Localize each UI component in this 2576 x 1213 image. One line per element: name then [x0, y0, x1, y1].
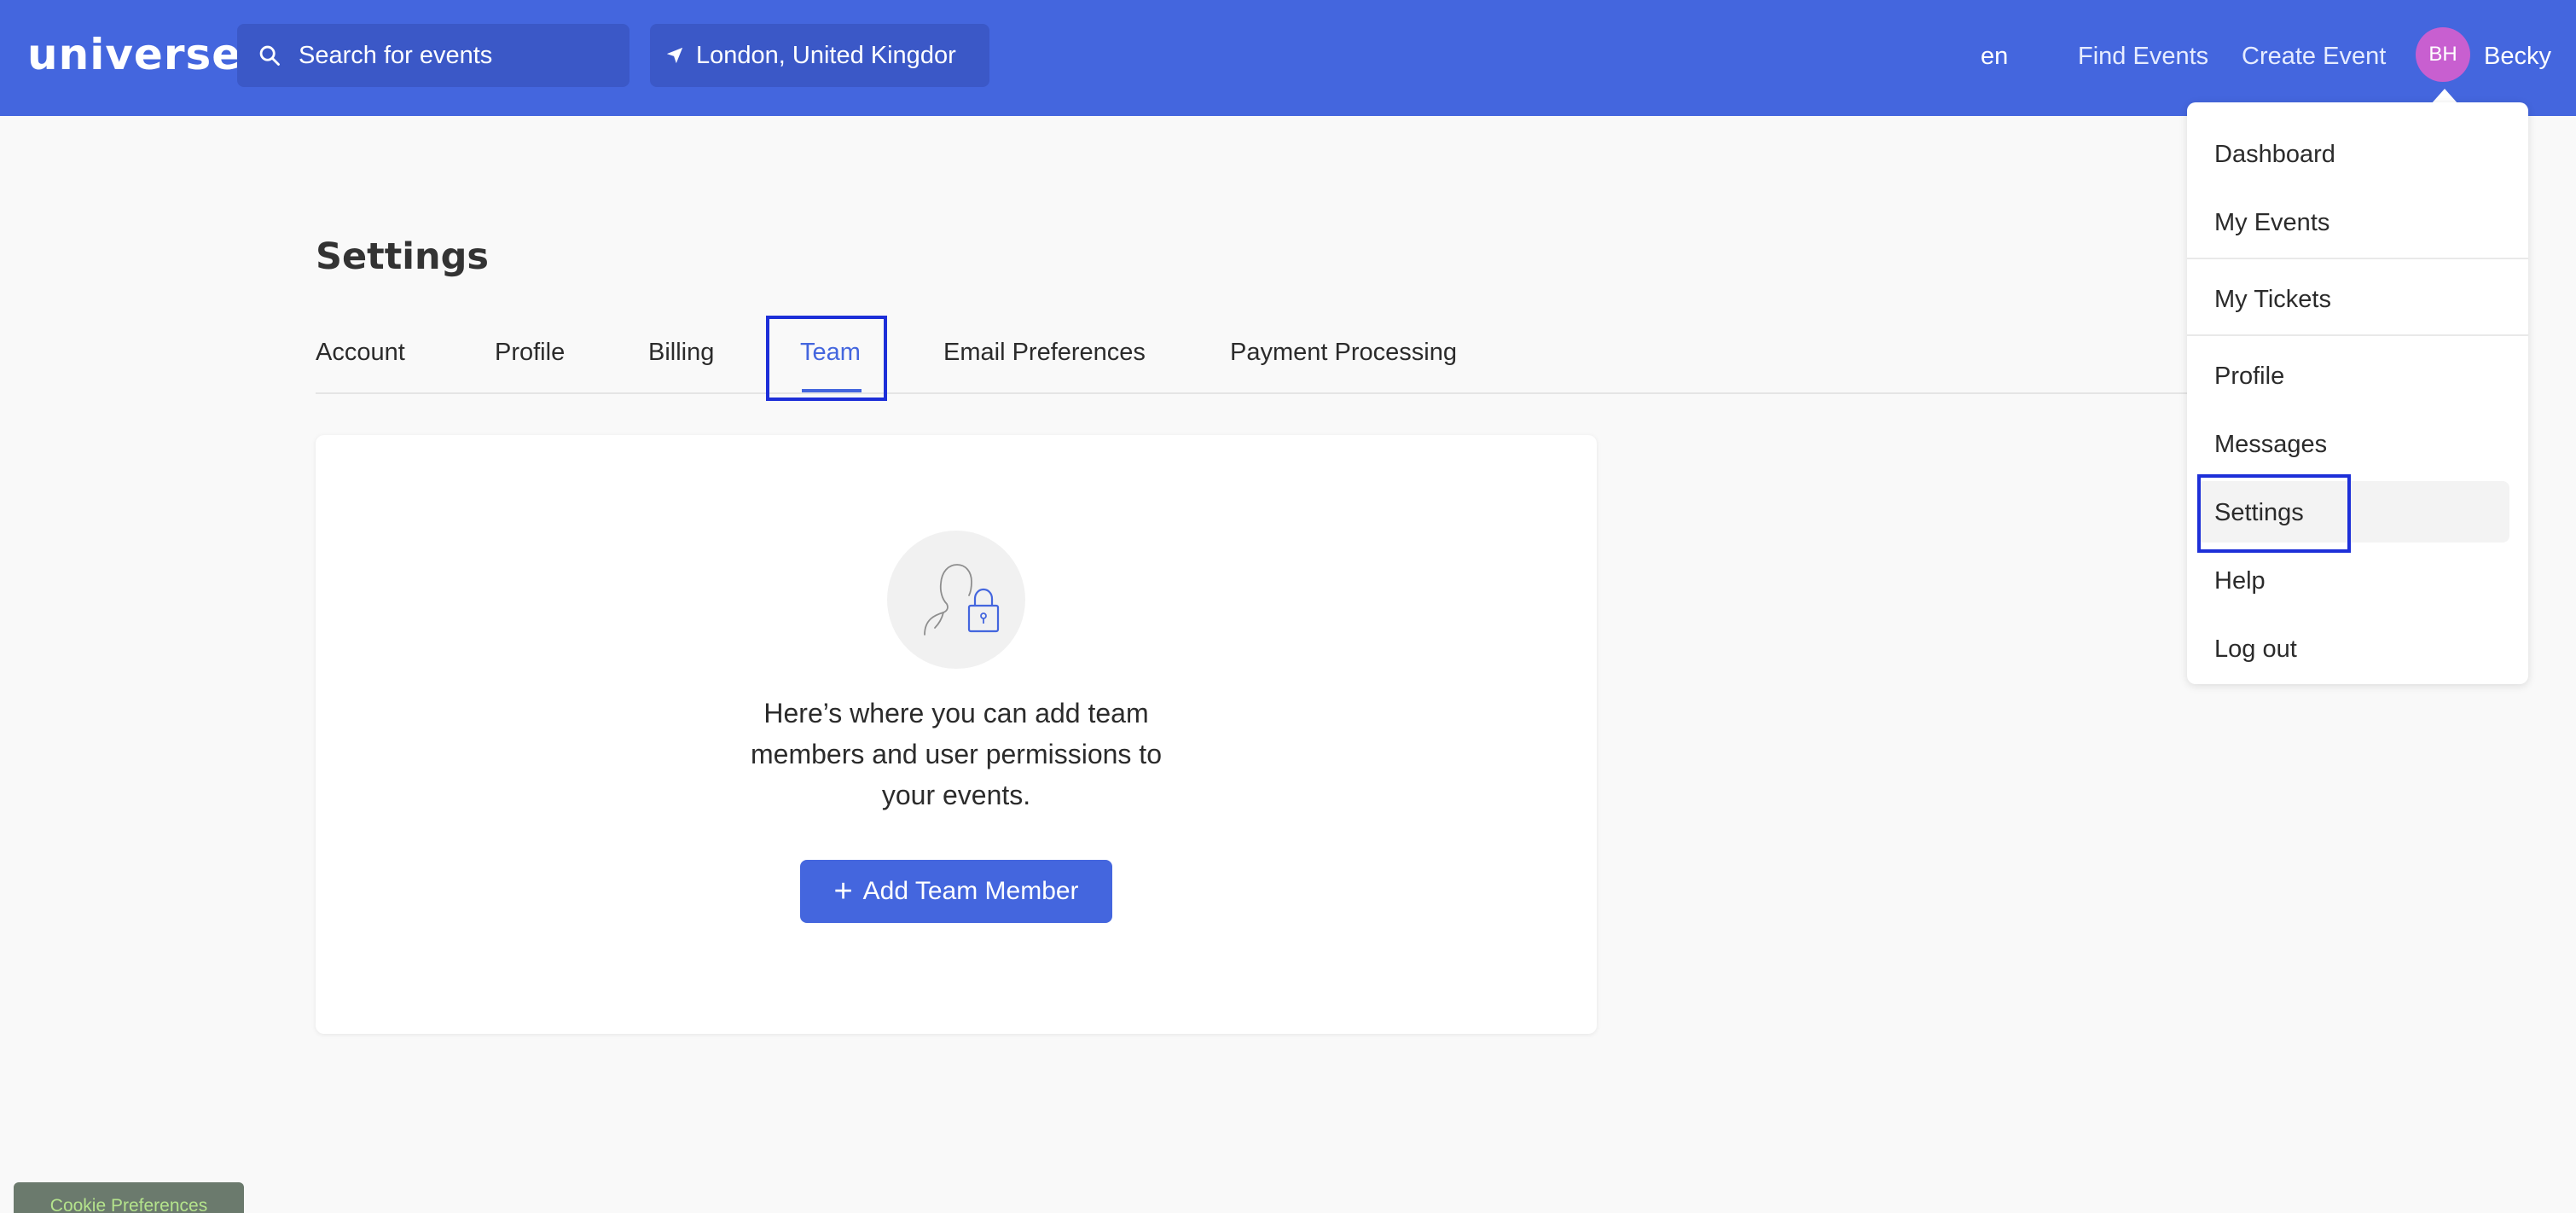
add-team-member-label: Add Team Member	[862, 877, 1079, 905]
user-dropdown-menu: Dashboard Dashboard My Events My Tickets…	[2187, 102, 2528, 684]
language-selector[interactable]: en	[1981, 38, 2008, 75]
settings-item-highlight-box	[2197, 474, 2351, 553]
menu-divider	[2187, 334, 2528, 336]
team-lock-illustration	[887, 531, 1025, 669]
location-selector[interactable]: London, United Kingdor	[650, 24, 989, 87]
menu-item-help[interactable]: Help	[2214, 560, 2266, 602]
menu-item-my-tickets[interactable]: My Tickets	[2214, 278, 2331, 321]
location-arrow-icon	[666, 47, 683, 64]
tab-account[interactable]: Account	[316, 331, 405, 374]
location-text: London, United Kingdor	[696, 41, 956, 69]
search-icon	[259, 45, 280, 66]
tab-billing[interactable]: Billing	[648, 331, 714, 374]
create-event-link[interactable]: Create Event	[2242, 38, 2386, 75]
user-avatar[interactable]: BH	[2416, 27, 2470, 82]
menu-divider	[2187, 258, 2528, 259]
top-navigation-bar: universe London, United Kingdor en Find …	[0, 0, 2576, 116]
plus-icon: +	[833, 873, 853, 909]
menu-item-profile[interactable]: Profile	[2214, 355, 2284, 398]
menu-item-messages[interactable]: Messages	[2214, 423, 2327, 466]
tab-email-preferences[interactable]: Email Preferences	[943, 331, 1146, 374]
add-team-member-button[interactable]: + Add Team Member	[800, 860, 1112, 923]
tab-profile[interactable]: Profile	[495, 331, 565, 374]
universe-logo[interactable]: universe	[27, 29, 241, 80]
event-search-box[interactable]	[237, 24, 629, 87]
find-events-link[interactable]: Find Events	[2078, 38, 2208, 75]
search-input[interactable]	[299, 41, 614, 70]
tabs-divider	[316, 392, 2192, 394]
user-lock-icon	[924, 564, 1000, 636]
team-empty-state-card: Here’s where you can add team members an…	[316, 435, 1597, 1034]
team-tab-highlight-box	[766, 316, 887, 401]
cookie-preferences-button[interactable]: Cookie Preferences	[14, 1182, 244, 1213]
menu-item-dashboard[interactable]: Dashboard	[2214, 133, 2335, 176]
menu-item-my-events[interactable]: My Events	[2214, 201, 2329, 244]
page-title: Settings	[316, 235, 489, 278]
user-name[interactable]: Becky	[2484, 38, 2551, 75]
menu-item-log-out[interactable]: Log out	[2214, 628, 2297, 670]
team-empty-message: Here’s where you can add team members an…	[751, 698, 1162, 810]
tab-payment-processing[interactable]: Payment Processing	[1230, 331, 1457, 374]
